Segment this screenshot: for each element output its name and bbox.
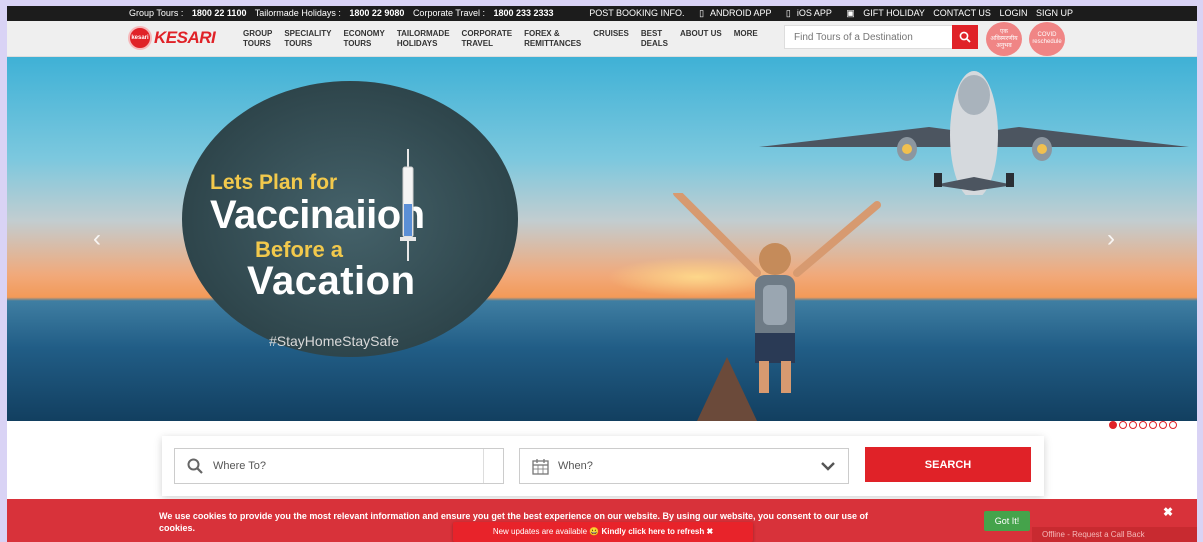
update-close-icon[interactable]: ✖	[706, 527, 713, 536]
group-tours-contact[interactable]: Group Tours : 1800 22 1100	[129, 8, 246, 18]
gift-icon: ▣	[846, 8, 858, 18]
tour-search-button[interactable]: SEARCH	[865, 447, 1031, 482]
smile-emoji-icon: 😀	[589, 527, 600, 536]
nav-group-tours[interactable]: GROUP TOURS	[243, 29, 272, 49]
page-frame: Group Tours : 1800 22 1100 Tailormade Ho…	[7, 6, 1197, 542]
nav-economy-tours[interactable]: ECONOMY TOURS	[343, 29, 384, 49]
logo-emblem: kesari	[128, 26, 152, 50]
search-icon	[187, 458, 203, 474]
hero-carousel: Lets Plan for Vaccinaiion Before a Vacat…	[7, 57, 1197, 421]
promo-line-1: Lets Plan for	[210, 171, 338, 194]
promo-line-4: Vacation	[247, 259, 416, 303]
search-icon	[959, 31, 971, 43]
nav-tailormade-holidays[interactable]: TAILORMADE HOLIDAYS	[397, 29, 450, 49]
android-app-link[interactable]: ▯ ANDROID APP	[693, 8, 771, 18]
corporate-contact[interactable]: Corporate Travel : 1800 233 2333	[413, 8, 554, 18]
carousel-dot[interactable]	[1129, 421, 1137, 429]
nav-best-deals[interactable]: BEST DEALS	[641, 29, 668, 49]
ios-app-link[interactable]: ▯ iOS APP	[780, 8, 832, 18]
post-booking-link[interactable]: POST BOOKING INFO.	[589, 8, 684, 18]
experience-badge[interactable]: एक अविस्मरणीय अनुभव	[986, 22, 1022, 56]
carousel-prev-button[interactable]: ‹	[85, 227, 109, 251]
covid-reschedule-badge[interactable]: COVID reschedule	[1029, 22, 1065, 56]
nav-speciality-tours[interactable]: SPECIALITY TOURS	[284, 29, 331, 49]
top-contact-bar: Group Tours : 1800 22 1100 Tailormade Ho…	[7, 6, 1197, 21]
where-to-placeholder: Where To?	[213, 460, 266, 472]
nav-more[interactable]: MORE	[734, 29, 758, 49]
chevron-down-icon	[821, 462, 835, 471]
nav-corporate-travel[interactable]: CORPORATE TRAVEL	[462, 29, 513, 49]
promo-line-2: Vaccinaiion	[210, 193, 425, 237]
carousel-dot[interactable]	[1149, 421, 1157, 429]
carousel-dots	[1109, 421, 1179, 429]
logo-text: KESARI	[154, 28, 216, 47]
syringe-icon	[400, 149, 416, 261]
offline-status-text: Offline - Request a Call Back	[1042, 530, 1145, 539]
tailormade-contact[interactable]: Tailormade Holidays : 1800 22 9080	[255, 8, 405, 18]
login-link[interactable]: LOGIN	[999, 8, 1027, 18]
when-placeholder: When?	[558, 460, 593, 472]
android-icon: ▯	[699, 8, 705, 18]
kesari-logo[interactable]: kesari KESARI	[128, 25, 216, 51]
when-field[interactable]: When?	[519, 448, 849, 484]
tour-search-panel: Where To? When? SEARCH	[162, 436, 1044, 496]
carousel-dot[interactable]	[1159, 421, 1167, 429]
destination-search-input[interactable]	[785, 26, 953, 48]
nav-forex-remittances[interactable]: FOREX & REMITTANCES	[524, 29, 581, 49]
nav-cruises[interactable]: CRUISES	[593, 29, 629, 49]
offline-callback-widget[interactable]: Offline - Request a Call Back	[1032, 527, 1197, 542]
apple-icon: ▯	[785, 8, 791, 18]
airplane-graphic	[759, 71, 1189, 195]
calendar-icon	[532, 459, 549, 475]
top-links: POST BOOKING INFO. ▯ ANDROID APP ▯ iOS APP…	[583, 6, 1073, 21]
gift-holiday-link[interactable]: ▣ GIFT HOLIDAY	[840, 8, 925, 18]
cookie-accept-button[interactable]: Got It!	[984, 511, 1030, 531]
promo-hashtag: #StayHomeStaySafe	[269, 333, 399, 349]
carousel-dot[interactable]	[1139, 421, 1147, 429]
nav-menu: GROUP TOURS SPECIALITY TOURS ECONOMY TOU…	[243, 29, 770, 49]
where-to-field[interactable]: Where To?	[174, 448, 504, 484]
update-message: New updates are available	[492, 527, 588, 536]
carousel-next-button[interactable]: ›	[1099, 227, 1123, 251]
contact-us-link[interactable]: CONTACT US	[933, 8, 991, 18]
carousel-dot[interactable]	[1109, 421, 1117, 429]
destination-search	[784, 25, 978, 49]
traveler-woman-graphic	[673, 193, 881, 393]
refresh-link[interactable]: Kindly click here to refresh	[602, 527, 705, 536]
contact-numbers: Group Tours : 1800 22 1100 Tailormade Ho…	[129, 6, 560, 21]
nav-about-us[interactable]: ABOUT US	[680, 29, 722, 49]
field-divider	[483, 449, 484, 483]
main-nav: kesari KESARI GROUP TOURS SPECIALITY TOU…	[7, 21, 1197, 57]
carousel-dot[interactable]	[1119, 421, 1127, 429]
update-available-banner[interactable]: New updates are available 😀 Kindly click…	[453, 522, 753, 542]
signup-link[interactable]: SIGN UP	[1036, 8, 1073, 18]
cookie-close-icon[interactable]: ✖	[1163, 505, 1173, 519]
carousel-dot[interactable]	[1169, 421, 1177, 429]
destination-search-button[interactable]	[952, 25, 978, 49]
